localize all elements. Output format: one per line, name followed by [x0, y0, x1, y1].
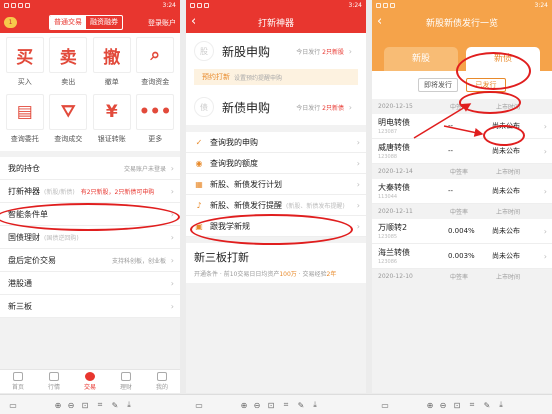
annotation-arrows — [413, 103, 484, 139]
pen-icon[interactable]: ✎ — [296, 400, 306, 410]
download-icon[interactable]: ⤓ — [496, 400, 506, 410]
fit-icon[interactable]: ⊡ — [266, 400, 276, 410]
download-icon[interactable]: ⤓ — [124, 400, 134, 410]
screen-icon[interactable]: ▭ — [380, 400, 390, 410]
pen-icon[interactable]: ✎ — [482, 400, 492, 410]
annotation-arrow — [413, 103, 472, 139]
zoom-out-icon[interactable]: ⊖ — [66, 400, 76, 410]
pen-icon[interactable]: ✎ — [110, 400, 120, 410]
crop-icon[interactable]: ⌗ — [95, 400, 105, 410]
zoom-in-icon[interactable]: ⊕ — [239, 400, 249, 410]
fit-icon[interactable]: ⊡ — [80, 400, 90, 410]
annotation-arrow — [443, 125, 484, 137]
zoom-out-icon[interactable]: ⊖ — [252, 400, 262, 410]
screen-icon[interactable]: ▭ — [8, 400, 18, 410]
crop-icon[interactable]: ⌗ — [281, 400, 291, 410]
crop-icon[interactable]: ⌗ — [467, 400, 477, 410]
download-icon[interactable]: ⤓ — [310, 400, 320, 410]
fit-icon[interactable]: ⊡ — [452, 400, 462, 410]
zoom-out-icon[interactable]: ⊖ — [438, 400, 448, 410]
zoom-in-icon[interactable]: ⊕ — [53, 400, 63, 410]
zoom-in-icon[interactable]: ⊕ — [425, 400, 435, 410]
screen-icon[interactable]: ▭ — [194, 400, 204, 410]
viewer-toolbar: ▭ ⊕ ⊖ ⊡ ⌗ ✎ ⤓ ▭ ⊕ ⊖ ⊡ ⌗ ✎ ⤓ ▭ ⊕ ⊖ ⊡ ⌗ ✎ … — [0, 394, 552, 414]
